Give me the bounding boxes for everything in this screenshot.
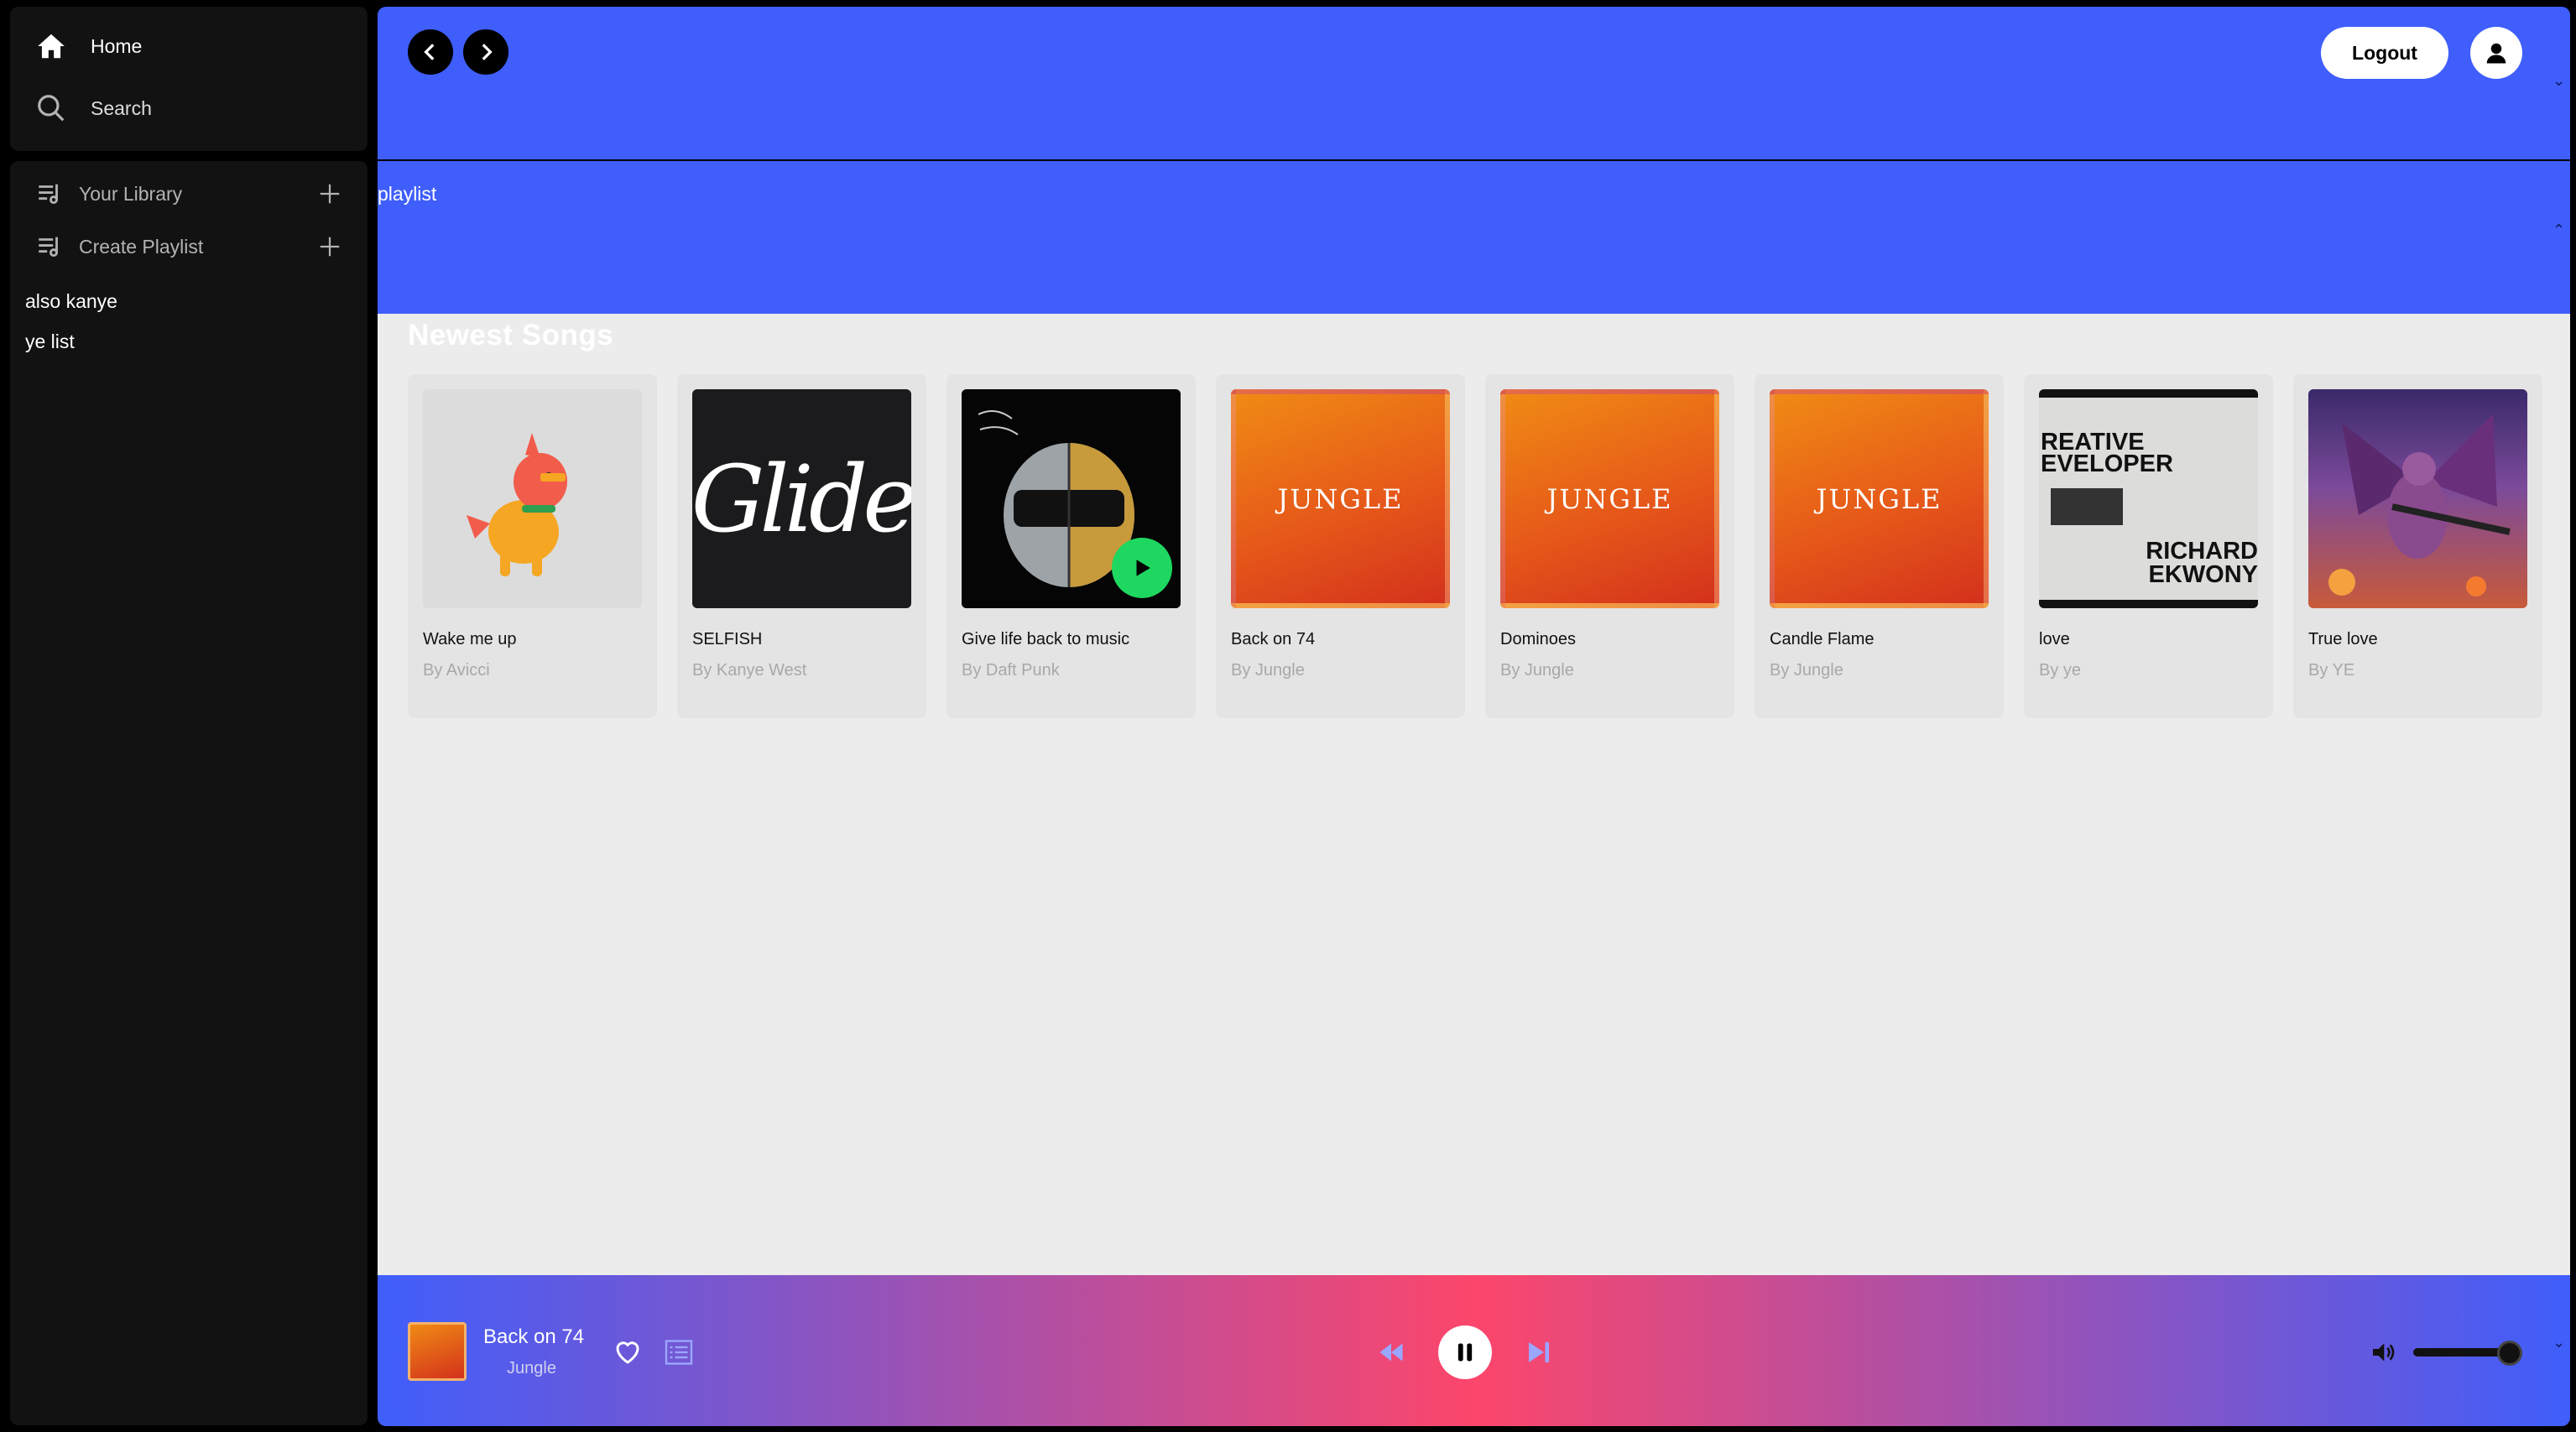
- song-title: Wake me up: [423, 630, 517, 648]
- chevron-up-icon[interactable]: ⌃: [2553, 221, 2565, 239]
- sidebar-library: Your Library Create Playlist also kanye …: [10, 161, 368, 1425]
- volume-knob[interactable]: [2497, 1341, 2522, 1366]
- sidebar-item-label: Search: [91, 96, 152, 119]
- cover-text: RICHARD: [2146, 538, 2258, 565]
- add-playlist-icon[interactable]: [317, 234, 342, 259]
- player-bar: Back on 74 Jungle ⌄: [378, 1275, 2570, 1426]
- song-artist: By YE: [2308, 661, 2355, 680]
- cover-text: JUNGLE: [1816, 482, 1942, 515]
- previous-icon[interactable]: [1376, 1337, 1406, 1367]
- sidebar-item-home[interactable]: Home: [35, 30, 142, 62]
- play-button[interactable]: [1112, 538, 1172, 598]
- now-playing-artist[interactable]: Jungle: [507, 1359, 556, 1378]
- cover-text: EVELOPER: [2041, 450, 2173, 477]
- cover-text: JUNGLE: [1277, 482, 1404, 515]
- playlist-item[interactable]: also kanye: [25, 290, 117, 313]
- now-playing-art: [408, 1322, 467, 1381]
- cover-text: JUNGLE: [1546, 482, 1673, 515]
- song-artist: By Jungle: [1231, 661, 1305, 680]
- song-artist: By Kanye West: [692, 661, 807, 680]
- create-playlist-label: Create Playlist: [79, 235, 204, 258]
- song-card[interactable]: Give life back to music By Daft Punk: [946, 374, 1196, 718]
- dragon-illustration: [2328, 414, 2511, 596]
- chevron-right-icon: [482, 44, 493, 60]
- forward-button[interactable]: [463, 29, 508, 75]
- song-card-row: Wake me up By Avicci Glide SELFISH By Ka…: [408, 374, 2542, 718]
- chevron-down-icon[interactable]: ⌄: [2553, 72, 2565, 90]
- album-cover: REATIVE EVELOPER RICHARD EKWONY: [2039, 389, 2258, 608]
- playlist-item[interactable]: ye list: [25, 331, 75, 353]
- sidebar-item-label: Home: [91, 34, 143, 57]
- section-title: Newest Songs: [408, 319, 614, 351]
- add-library-icon[interactable]: [317, 181, 342, 206]
- song-title: Candle Flame: [1770, 630, 1875, 648]
- song-card[interactable]: Wake me up By Avicci: [408, 374, 657, 718]
- home-icon: [38, 34, 65, 59]
- heart-icon[interactable]: [613, 1337, 643, 1367]
- library-icon: [39, 184, 58, 205]
- song-title: True love: [2308, 630, 2378, 648]
- album-cover: [962, 389, 1181, 608]
- main-content: Newest Songs Wake me up By Avicci Glide …: [378, 314, 2570, 1275]
- song-card[interactable]: JUNGLE Back on 74 By Jungle: [1216, 374, 1465, 718]
- app-root: Home Search Your Library Create Playlist…: [0, 0, 2576, 1432]
- song-artist: By Jungle: [1500, 661, 1574, 680]
- playlist-band-label: playlist: [378, 183, 437, 205]
- dog-illustration: [423, 389, 642, 608]
- search-icon: [38, 95, 65, 122]
- next-icon[interactable]: [1524, 1337, 1554, 1367]
- logout-button[interactable]: Logout: [2321, 27, 2448, 79]
- album-cover: JUNGLE: [1770, 389, 1989, 608]
- song-artist: By ye: [2039, 661, 2082, 680]
- back-button[interactable]: [408, 29, 453, 75]
- album-cover: [423, 389, 642, 608]
- your-library-row[interactable]: Your Library: [35, 180, 342, 208]
- chevron-left-icon: [424, 44, 435, 60]
- profile-button[interactable]: [2470, 27, 2522, 79]
- create-playlist-row[interactable]: Create Playlist: [35, 232, 342, 261]
- song-card[interactable]: JUNGLE Dominoes By Jungle: [1485, 374, 1734, 718]
- album-cover: JUNGLE: [1500, 389, 1719, 608]
- song-artist: By Avicci: [423, 661, 490, 680]
- song-title: SELFISH: [692, 630, 763, 648]
- album-cover: JUNGLE: [1231, 389, 1450, 608]
- top-header: Logout ⌄: [378, 7, 2570, 159]
- play-icon: [1136, 560, 1150, 576]
- song-card[interactable]: True love By YE: [2293, 374, 2542, 718]
- song-title: Dominoes: [1500, 630, 1577, 648]
- song-artist: By Jungle: [1770, 661, 1843, 680]
- your-library-label: Your Library: [79, 182, 183, 205]
- playlist-icon: [39, 237, 58, 258]
- playlist-band: playlist ⌃: [378, 161, 2570, 314]
- sidebar-item-search[interactable]: Search: [35, 92, 152, 124]
- user-icon: [2486, 43, 2506, 64]
- song-title: Give life back to music: [962, 630, 1130, 648]
- cover-text: Glide: [692, 445, 911, 553]
- now-playing-title[interactable]: Back on 74: [483, 1325, 584, 1349]
- song-card[interactable]: JUNGLE Candle Flame By Jungle: [1755, 374, 2004, 718]
- album-cover: Glide: [692, 389, 911, 608]
- song-card[interactable]: Glide SELFISH By Kanye West: [677, 374, 926, 718]
- cover-text: EKWONY: [2148, 561, 2259, 588]
- song-title: Back on 74: [1231, 630, 1316, 648]
- queue-icon[interactable]: [663, 1337, 695, 1367]
- song-title: love: [2039, 630, 2070, 648]
- album-cover: [2308, 389, 2527, 608]
- pause-button[interactable]: [1438, 1325, 1492, 1379]
- volume-icon[interactable]: [2368, 1339, 2398, 1366]
- pause-icon: [1457, 1343, 1473, 1362]
- chevron-down-icon[interactable]: ⌄: [2553, 1334, 2565, 1351]
- song-artist: By Daft Punk: [962, 661, 1060, 680]
- sidebar-nav: Home Search: [10, 7, 368, 151]
- song-card[interactable]: REATIVE EVELOPER RICHARD EKWONY love By …: [2024, 374, 2273, 718]
